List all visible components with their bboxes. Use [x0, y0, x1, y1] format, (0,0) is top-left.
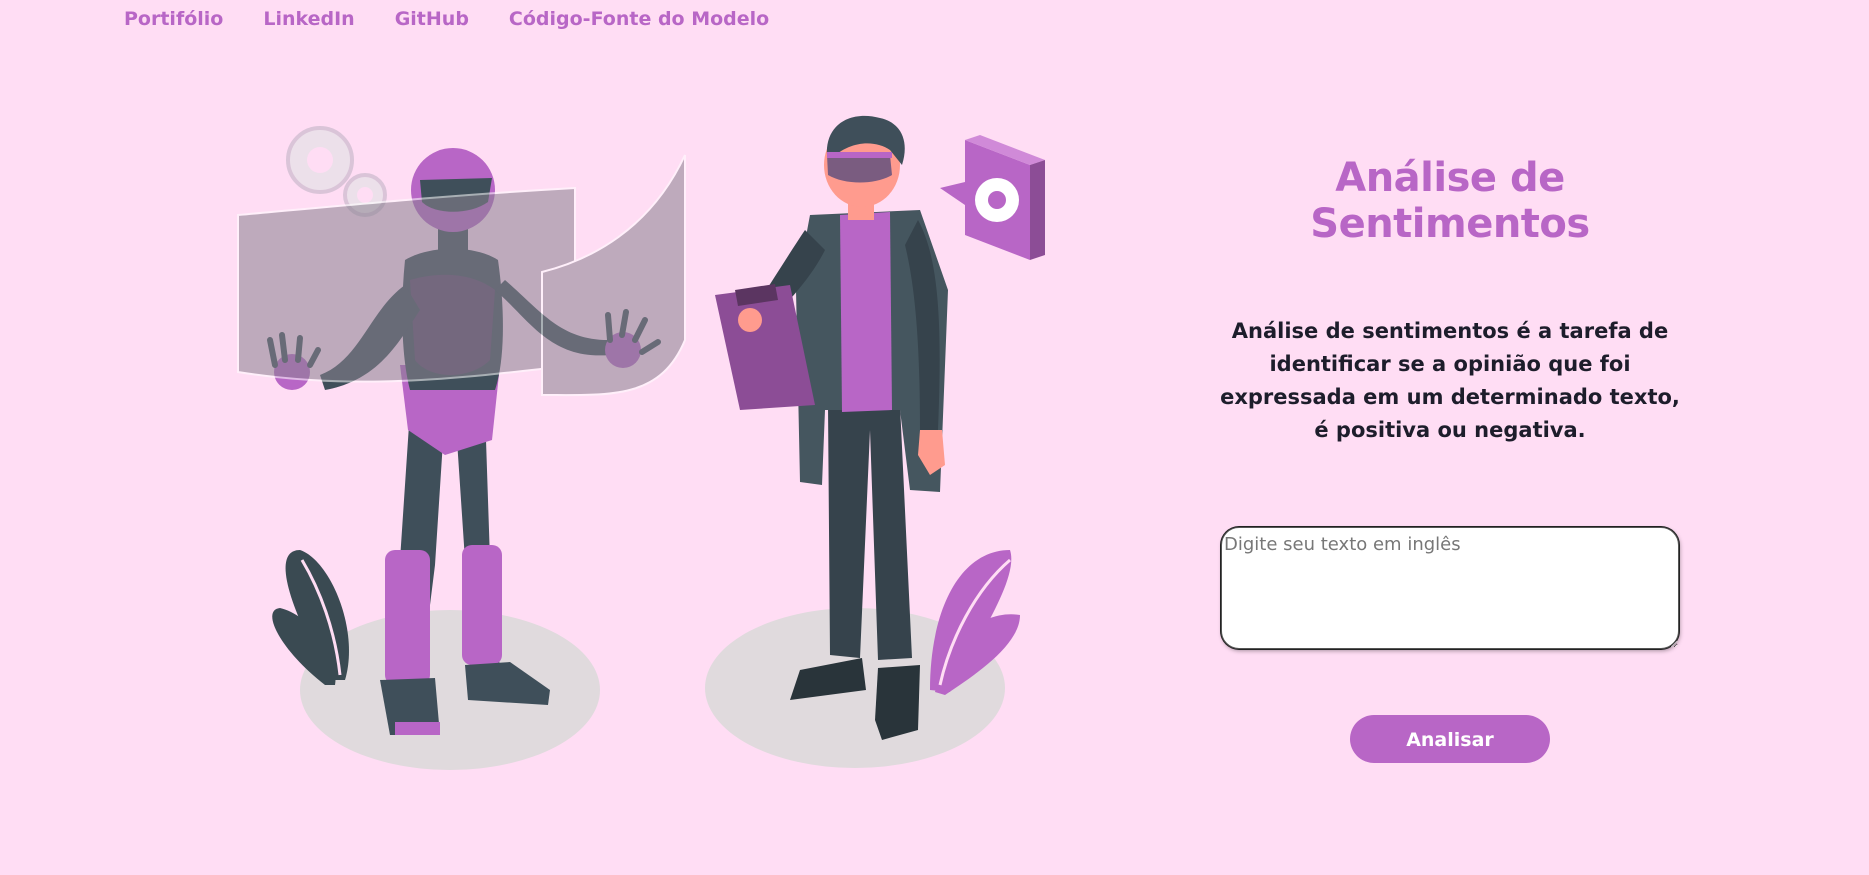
nav-link-model-source[interactable]: Código-Fonte do Modelo: [509, 8, 769, 30]
nav-link-github[interactable]: GitHub: [395, 8, 469, 30]
nav-link-portfolio[interactable]: Portifólio: [124, 8, 223, 30]
nav-link-linkedin[interactable]: LinkedIn: [263, 8, 354, 30]
page-title: Análise de Sentimentos: [1310, 155, 1590, 247]
plant-right-icon: [930, 550, 1020, 695]
top-nav: Portifólio LinkedIn GitHub Código-Fonte …: [124, 8, 769, 30]
page-description: Análise de sentimentos é a tarefa de ide…: [1220, 319, 1680, 442]
text-input[interactable]: [1221, 527, 1679, 649]
plant-left-icon: [272, 550, 349, 685]
gears-icon: [286, 126, 387, 217]
analysis-panel: Análise de Sentimentos Análise de sentim…: [1210, 150, 1690, 763]
gear-icon: [940, 135, 1045, 260]
analyze-button[interactable]: Analisar: [1350, 715, 1550, 763]
hero-illustration: [237, 115, 1045, 770]
